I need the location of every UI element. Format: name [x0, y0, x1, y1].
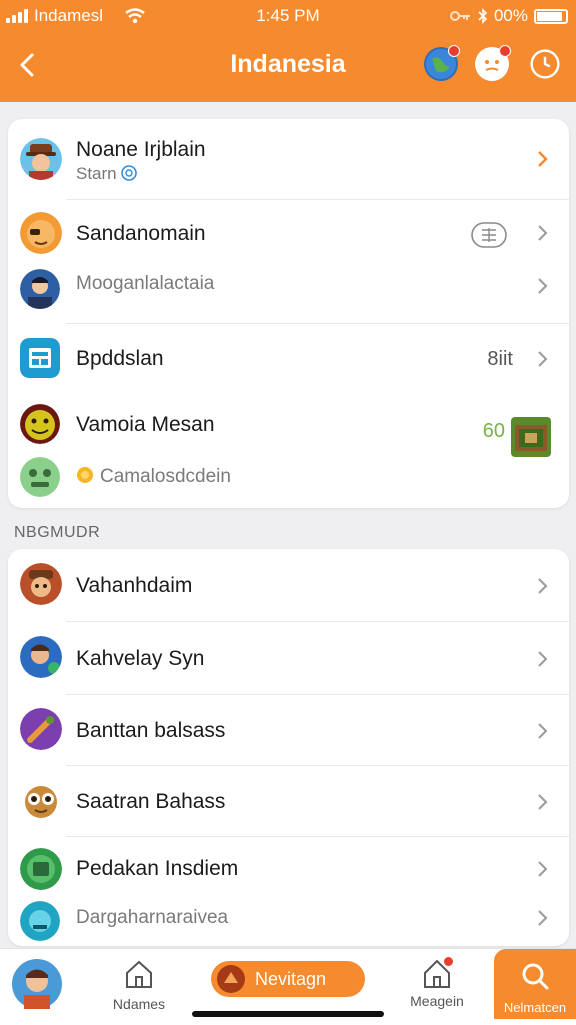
list-item[interactable]: Sandanomain — [8, 200, 569, 254]
chevron-right-icon — [538, 278, 548, 294]
avatar — [20, 404, 60, 444]
status-right: 00% — [449, 6, 568, 26]
tab-search[interactable]: Nelmatcen — [494, 949, 576, 1019]
chevron-right-icon — [538, 794, 548, 810]
avatar — [20, 457, 60, 497]
avatar — [20, 636, 62, 678]
tab-messages[interactable]: Meagein — [398, 957, 476, 1009]
tab-home[interactable]: Ndames — [100, 959, 178, 1012]
chevron-right-icon — [538, 651, 548, 667]
list-item[interactable]: Saatran Bahass — [8, 766, 569, 836]
search-icon — [522, 963, 549, 990]
list-item-value: 8iit — [487, 348, 513, 370]
chevron-right-icon — [538, 861, 548, 877]
info-icon — [121, 165, 138, 181]
list-item[interactable]: Pedakan Insdiem — [8, 837, 569, 893]
chevron-right-icon — [538, 351, 548, 367]
avatar — [20, 779, 62, 821]
list-item[interactable]: Kahvelay Syn — [8, 622, 569, 694]
list-item[interactable]: Camalosdcdein — [8, 449, 569, 507]
list-item-label: Banttan balsass — [76, 719, 226, 742]
list-item-sub: Camalosdcdein — [76, 466, 231, 488]
list-item-label: Noane Irjblain — [76, 138, 206, 161]
list-item-label: Sandanomain — [76, 222, 206, 245]
avatar — [20, 901, 60, 941]
top-card: Noane Irjblain Starn Sandanomain Mooganl… — [8, 119, 569, 508]
chevron-right-icon — [538, 578, 548, 594]
list-item-label-text: Pedakan Insdiem — [76, 857, 239, 880]
list-item[interactable]: Noane Irjblain Starn — [8, 119, 569, 199]
list-item[interactable]: Vamoia Mesan 60 — [8, 399, 569, 457]
list-item-label: Vahanhdaim — [76, 574, 193, 597]
list-item-label: Vamoia Mesan — [76, 413, 215, 437]
list-item[interactable]: Mooganlalactaia — [8, 259, 569, 321]
list-item-sub: Starn — [76, 164, 138, 184]
tab-navigate[interactable]: Nevitagn — [211, 961, 365, 997]
list-item-label: Mooganlalactaia — [76, 273, 215, 294]
avatar — [20, 212, 62, 254]
list-item-label-text: Vamoia Mesan — [76, 413, 215, 436]
face-icon[interactable] — [475, 45, 511, 81]
notification-dot — [444, 957, 453, 966]
badge-icon — [471, 222, 507, 248]
avatar — [20, 563, 62, 605]
list-item-label: Pedakan Insdiem — [76, 857, 238, 881]
nav-bar: Indanesia — [0, 34, 576, 102]
chevron-right-icon — [538, 225, 548, 241]
list-item-label: Saatran Bahass — [76, 790, 226, 813]
avatar — [20, 338, 60, 378]
list-item[interactable]: Dargaharnaraivea — [8, 895, 569, 945]
list-item-label: Dargaharnaraivea — [76, 907, 229, 928]
navigate-icon — [217, 965, 245, 993]
tab-label: Nelmatcen — [503, 1000, 567, 1015]
home-indicator[interactable] — [192, 1011, 384, 1017]
chevron-right-icon — [538, 910, 548, 926]
list-item-value: 60 — [482, 420, 505, 442]
list-item-label: Kahvelay Syn — [76, 647, 205, 670]
tab-label: Ndames — [112, 996, 166, 1012]
avatar — [20, 848, 62, 890]
tab-profile[interactable] — [12, 959, 62, 1009]
status-bar: Indamesl 1:45 PM 00% — [0, 0, 576, 34]
tab-label: Meagein — [410, 993, 464, 1009]
home-icon — [126, 960, 152, 988]
avatar — [20, 138, 62, 180]
battery-icon — [534, 8, 568, 24]
key-icon — [449, 11, 470, 21]
bottom-card: Vahanhdaim Kahvelay Syn Banttan balsass … — [8, 549, 569, 946]
bluetooth-icon — [478, 8, 488, 24]
list-item-label: Bpddslan — [76, 347, 164, 370]
chevron-right-icon — [538, 723, 548, 739]
tab-label: Nevitagn — [255, 969, 327, 989]
profile-avatar — [12, 959, 62, 1009]
avatar — [20, 269, 60, 309]
avatar — [20, 708, 62, 750]
list-item[interactable]: Banttan balsass — [8, 695, 569, 765]
section-title: NBGMUDR — [14, 524, 101, 541]
chevron-right-icon — [538, 151, 548, 167]
list-item[interactable]: Vahanhdaim — [8, 549, 569, 621]
list-item[interactable]: Bpddslan 8iit — [8, 324, 569, 394]
clock-icon[interactable] — [528, 47, 562, 81]
battery-percent: 00% — [493, 6, 528, 25]
coin-icon — [77, 467, 93, 483]
globe-icon[interactable] — [424, 45, 460, 81]
